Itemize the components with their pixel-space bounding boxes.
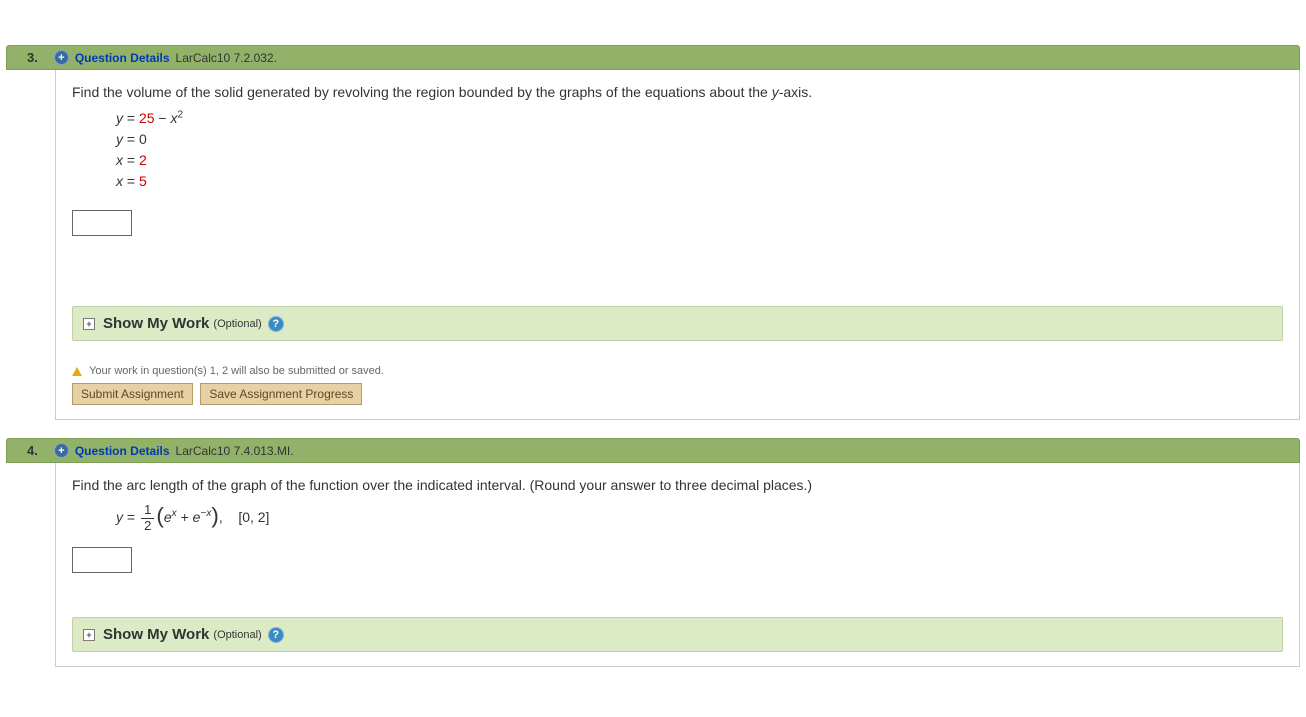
equation-2: y = 0 — [116, 129, 1283, 150]
e: e — [164, 509, 172, 525]
save-progress-button[interactable]: Save Assignment Progress — [200, 383, 362, 405]
question-prompt: Find the volume of the solid generated b… — [72, 84, 1283, 100]
show-my-work-bar[interactable]: + Show My Work (Optional) ? — [72, 617, 1283, 652]
prompt-axis: y — [772, 84, 779, 100]
question-details-link[interactable]: Question Details — [75, 51, 170, 65]
exp: −x — [200, 508, 211, 519]
warning-text: Your work in question(s) 1, 2 will also … — [89, 365, 384, 377]
eq-val: 2 — [139, 152, 147, 168]
help-icon[interactable]: ? — [268, 316, 284, 332]
question-number: 3. — [27, 50, 38, 65]
warning-icon — [72, 367, 82, 376]
eq-val: 0 — [139, 131, 147, 147]
question-header: 4. + Question Details LarCalc10 7.4.013.… — [6, 438, 1300, 463]
prompt-text-pre: Find the volume of the solid generated b… — [72, 84, 772, 100]
question-header: 3. + Question Details LarCalc10 7.2.032. — [6, 45, 1300, 70]
help-icon[interactable]: ? — [268, 627, 284, 643]
eq-var: x — [116, 152, 123, 168]
eq-exp: 2 — [178, 109, 184, 120]
question-reference: LarCalc10 7.4.013.MI. — [176, 444, 294, 458]
warning-row: Your work in question(s) 1, 2 will also … — [72, 365, 1283, 377]
show-my-work-label: Show My Work — [103, 315, 209, 332]
eq-minus: − — [155, 110, 171, 126]
question-reference: LarCalc10 7.2.032. — [176, 51, 277, 65]
eq-var: y — [116, 110, 123, 126]
show-my-work-label: Show My Work — [103, 626, 209, 643]
equation: y = 1 2 (ex + e−x), [0, 2] — [116, 503, 1283, 533]
eq-var: y — [116, 509, 123, 525]
question-prompt: Find the arc length of the graph of the … — [72, 477, 1283, 493]
plus: + — [177, 509, 193, 525]
eq-var: y — [116, 131, 123, 147]
question-3: 3. + Question Details LarCalc10 7.2.032.… — [0, 45, 1306, 420]
optional-label: (Optional) — [213, 629, 261, 641]
button-row: Submit Assignment Save Assignment Progre… — [72, 383, 1283, 405]
prompt-text-post: -axis. — [779, 84, 812, 100]
question-number: 4. — [27, 443, 38, 458]
question-body: Find the volume of the solid generated b… — [55, 70, 1300, 420]
frac-den: 2 — [141, 519, 154, 534]
interval: [0, 2] — [238, 509, 269, 525]
equation-3: x = 2 — [116, 150, 1283, 171]
frac-num: 1 — [141, 503, 154, 519]
equation-4: x = 5 — [116, 171, 1283, 192]
submit-assignment-button[interactable]: Submit Assignment — [72, 383, 193, 405]
equation-1: y = 25 − x2 — [116, 108, 1283, 129]
answer-input[interactable] — [72, 547, 132, 573]
eq-val: 5 — [139, 173, 147, 189]
show-my-work-bar[interactable]: + Show My Work (Optional) ? — [72, 306, 1283, 341]
question-4: 4. + Question Details LarCalc10 7.4.013.… — [0, 438, 1306, 667]
expand-box-icon[interactable]: + — [83, 629, 95, 641]
optional-label: (Optional) — [213, 318, 261, 330]
eq-const: 25 — [139, 110, 155, 126]
answer-input[interactable] — [72, 210, 132, 236]
eq-var: x — [116, 173, 123, 189]
expand-box-icon[interactable]: + — [83, 318, 95, 330]
paren-close: ) — [211, 503, 218, 528]
expand-icon[interactable]: + — [54, 50, 69, 65]
expand-icon[interactable]: + — [54, 443, 69, 458]
question-body: Find the arc length of the graph of the … — [55, 463, 1300, 667]
paren-open: ( — [156, 503, 163, 528]
fraction: 1 2 — [141, 503, 154, 533]
eq-x: x — [171, 110, 178, 126]
equations-block: y = 25 − x2 y = 0 x = 2 x = 5 — [116, 108, 1283, 192]
question-details-link[interactable]: Question Details — [75, 444, 170, 458]
